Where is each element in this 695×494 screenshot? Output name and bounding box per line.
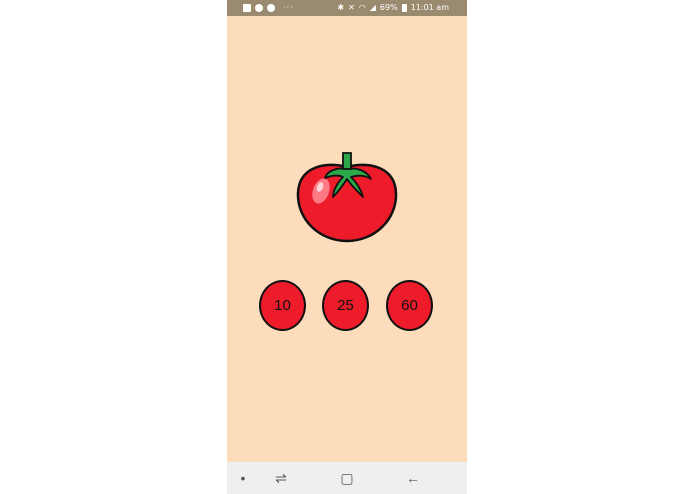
bluetooth-icon: ✱ (337, 3, 345, 12)
more-notifications-icon: ··· (283, 3, 294, 12)
messenger-icon (267, 4, 275, 12)
battery-icon (401, 4, 407, 12)
gallery-icon (243, 4, 251, 12)
tomato-icon (296, 152, 398, 243)
wifi-icon: ◠ (358, 3, 366, 12)
timer-label: 25 (337, 297, 354, 314)
status-bar: ··· ✱ ✕ ◠ ◢ 69% 11:01 am (227, 0, 467, 16)
timer-25-button[interactable]: 25 (322, 280, 369, 331)
status-system: ✱ ✕ ◠ ◢ 69% 11:01 am (337, 0, 449, 16)
app-content: 10 25 60 (227, 16, 467, 462)
timer-60-button[interactable]: 60 (386, 280, 433, 331)
app-icon (255, 4, 263, 12)
signal-icon: ◢ (369, 3, 376, 12)
timer-10-button[interactable]: 10 (259, 280, 306, 331)
home-icon[interactable]: ▢ (337, 462, 357, 494)
mute-icon: ✕ (348, 3, 355, 12)
battery-percent: 69% (379, 3, 398, 12)
dot-icon: • (240, 470, 246, 486)
status-notifications: ··· (243, 0, 294, 16)
recents-icon[interactable]: ⇌ (271, 462, 291, 494)
back-icon[interactable]: ← (403, 462, 423, 494)
navigation-bar: • ⇌ ▢ ← (227, 462, 467, 494)
timer-label: 10 (274, 297, 291, 314)
clock: 11:01 am (410, 3, 449, 12)
timer-label: 60 (401, 297, 418, 314)
phone-screen: ··· ✱ ✕ ◠ ◢ 69% 11:01 am 10 25 60 • ⇌ ▢ … (227, 0, 467, 494)
